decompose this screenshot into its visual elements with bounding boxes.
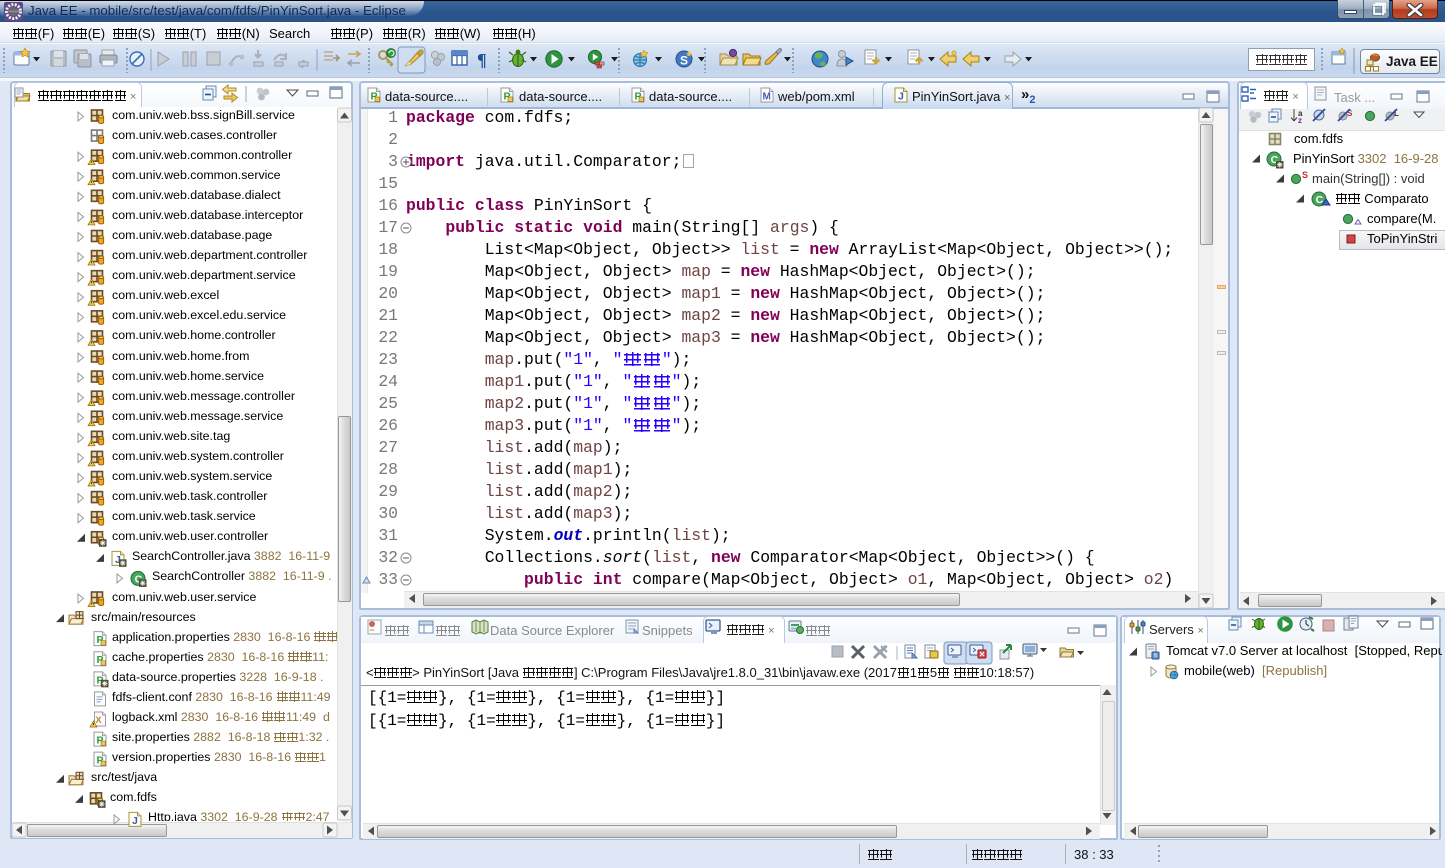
svg-text:S: S: [1302, 170, 1308, 180]
svg-text:M: M: [763, 92, 771, 103]
svg-text:z: z: [1298, 116, 1302, 125]
